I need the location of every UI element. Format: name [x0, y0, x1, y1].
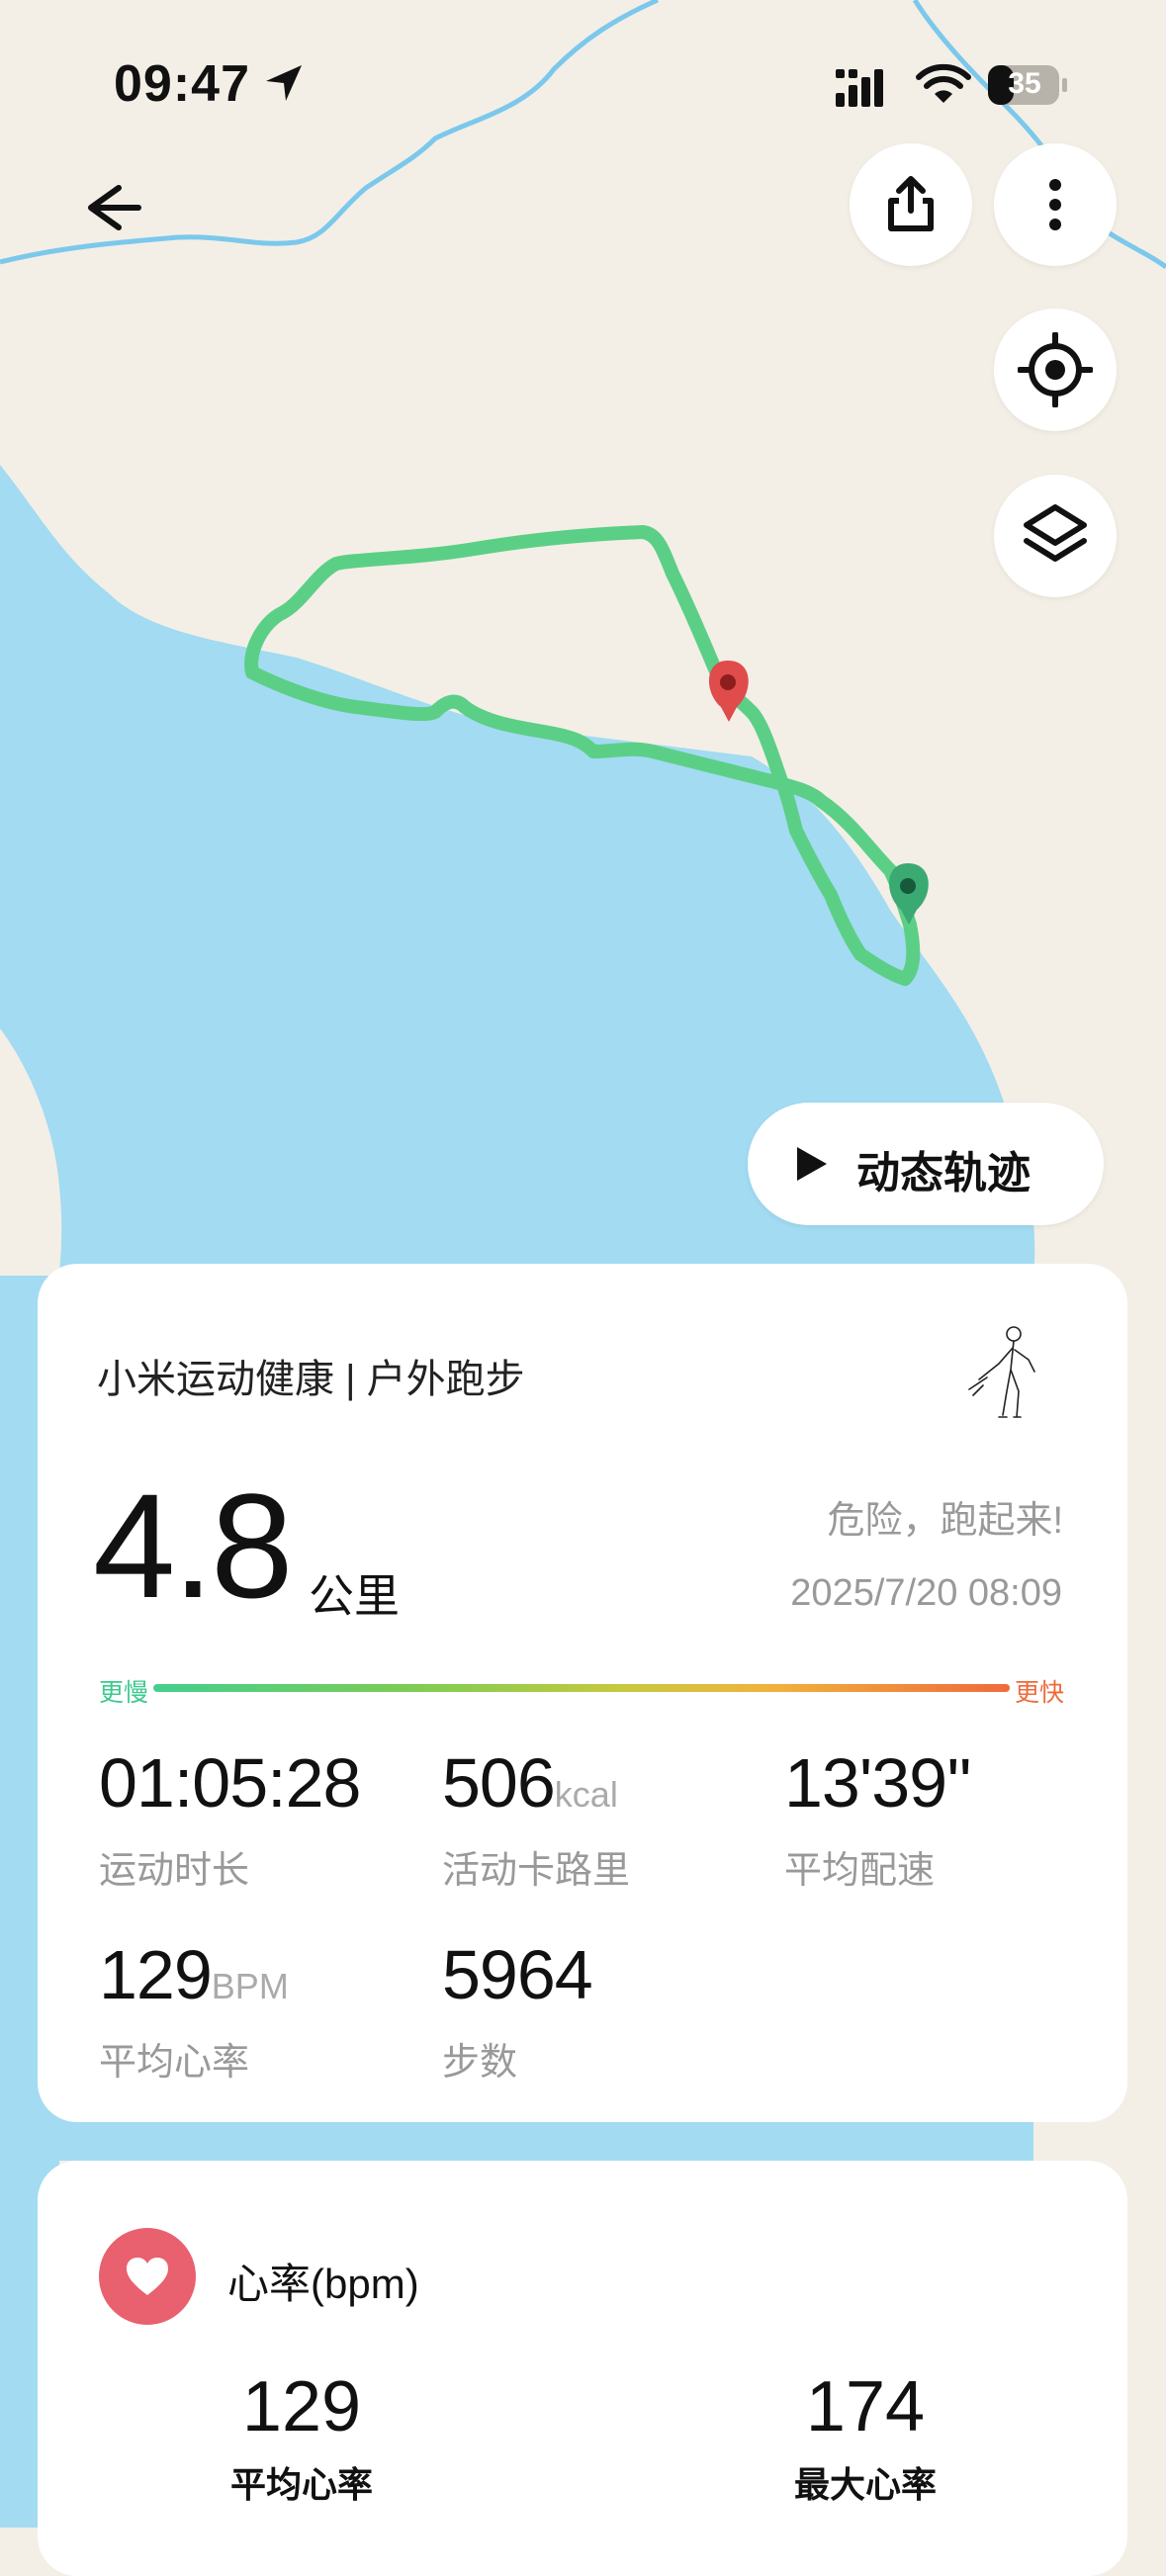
stat-value: 5964 — [442, 1936, 593, 2013]
locate-target-icon — [1018, 332, 1093, 407]
layers-icon — [1024, 504, 1087, 562]
status-bar: 09:47 35 — [0, 0, 1166, 168]
pace-fast-label: 更快 — [1015, 1679, 1065, 1707]
heart-badge — [99, 2228, 196, 2325]
avg-heart-rate-label: 平均心率 — [229, 2464, 373, 2505]
stat-value: 13'39'' — [784, 1744, 972, 1821]
share-icon — [888, 176, 934, 231]
play-icon — [797, 1147, 827, 1181]
map-layers-button[interactable] — [994, 475, 1117, 597]
distance-unit: 公里 — [309, 1570, 400, 1622]
heart-icon — [127, 2258, 168, 2295]
status-time: 09:47 — [114, 55, 250, 113]
max-heart-rate-value: 174 — [805, 2367, 926, 2446]
more-vertical-icon — [1049, 179, 1061, 230]
stat-label: 平均配速 — [784, 1850, 936, 1892]
share-button[interactable] — [850, 143, 972, 266]
app-title: 小米运动健康 | 户外跑步 — [97, 1358, 525, 1401]
runner-sketch-icon — [968, 1326, 1035, 1418]
stat-calories: 506kcal 活动卡路里 — [442, 1748, 630, 1894]
heart-rate-title: 心率(bpm) — [227, 2261, 419, 2307]
stat-label: 活动卡路里 — [442, 1850, 631, 1892]
stat-duration: 01:05:28 运动时长 — [99, 1744, 361, 1894]
stat-avg-heart-rate: 129BPM 平均心率 — [99, 1940, 289, 2086]
locate-button[interactable] — [994, 309, 1117, 431]
pace-slow-label: 更慢 — [99, 1679, 149, 1707]
avg-heart-rate-value: 129 — [241, 2367, 362, 2446]
stat-avg-pace: 13'39'' 平均配速 — [784, 1744, 972, 1894]
more-options-button[interactable] — [994, 143, 1117, 266]
stat-value: 01:05:28 — [99, 1744, 361, 1821]
pace-gradient-bar — [153, 1684, 1010, 1692]
stat-steps: 5964 步数 — [442, 1936, 593, 2086]
stat-label: 平均心率 — [99, 2042, 250, 2084]
wifi-icon — [916, 63, 971, 103]
cellular-signal-icon — [836, 69, 883, 107]
stat-label: 运动时长 — [99, 1850, 250, 1892]
back-button[interactable] — [69, 173, 148, 242]
stat-value: 129BPM — [99, 1936, 289, 2013]
battery-level: 35 — [1008, 67, 1041, 100]
slogan-text: 危险，跑起来! — [827, 1500, 1063, 1542]
max-heart-rate-label: 最大心率 — [793, 2464, 937, 2505]
stat-label: 步数 — [442, 2042, 518, 2084]
dynamic-track-label: 动态轨迹 — [856, 1149, 1031, 1198]
location-arrow-icon — [266, 65, 302, 101]
stat-value: 506kcal — [442, 1744, 618, 1821]
workout-datetime: 2025/7/20 08:09 — [790, 1572, 1062, 1614]
distance-value: 4.8 — [93, 1463, 294, 1629]
